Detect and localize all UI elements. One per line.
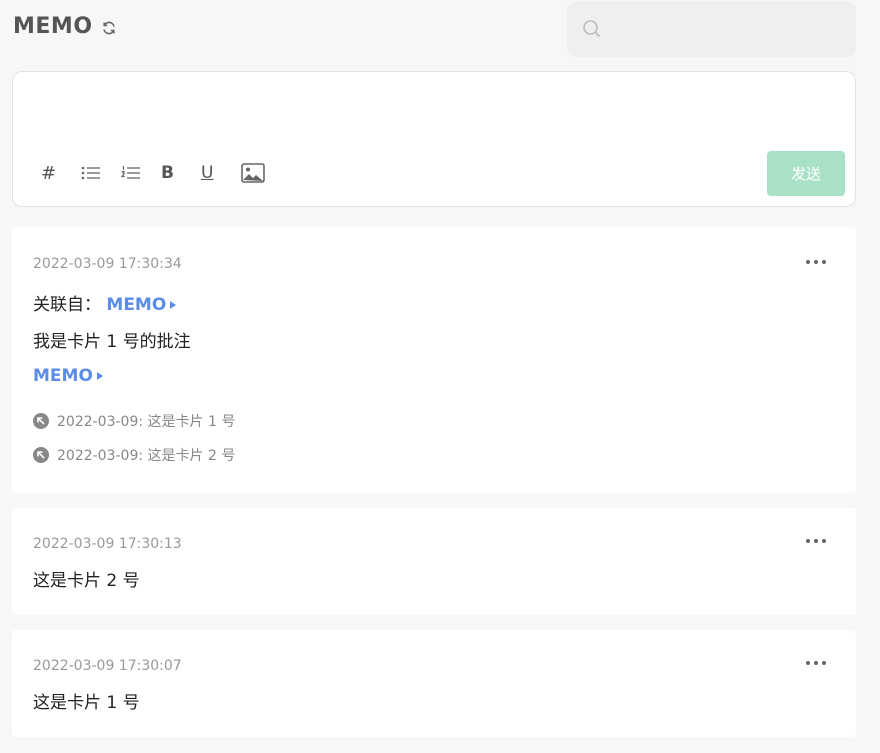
card-timestamp: 2022-03-09 17:30:07 xyxy=(33,658,182,674)
card-content: 这是卡片 1 号 xyxy=(33,693,140,713)
related-memo-link[interactable]: MEMO xyxy=(106,295,177,315)
reference-item[interactable]: 2022-03-09: 这是卡片 1 号 xyxy=(33,411,235,431)
numbered-list-icon xyxy=(121,165,141,181)
image-button[interactable] xyxy=(241,160,281,186)
more-options-icon[interactable] xyxy=(806,660,826,666)
related-prefix: 关联自： xyxy=(33,295,101,315)
memo-card: 2022-03-09 17:30:13 这是卡片 2 号 xyxy=(12,508,856,615)
arrow-up-left-icon xyxy=(33,413,49,429)
image-icon xyxy=(241,163,265,183)
related-line: 关联自： MEMO xyxy=(33,290,177,315)
reference-item[interactable]: 2022-03-09: 这是卡片 2 号 xyxy=(33,445,235,465)
caret-right-icon xyxy=(170,301,177,309)
card-content: 我是卡片 1 号的批注 xyxy=(33,332,191,352)
hash-icon: # xyxy=(41,162,57,184)
editor-toolbar: # B U xyxy=(41,160,281,186)
memo-card: 2022-03-09 17:30:34 关联自： MEMO 我是卡片 1 号的批… xyxy=(12,227,856,493)
more-options-icon[interactable] xyxy=(806,538,826,544)
bullet-list-button[interactable] xyxy=(81,160,121,186)
underline-icon: U xyxy=(201,163,214,183)
card-timestamp: 2022-03-09 17:30:13 xyxy=(33,536,182,552)
reference-text: 2022-03-09: 这是卡片 2 号 xyxy=(57,448,236,464)
underline-button[interactable]: U xyxy=(201,160,241,186)
numbered-list-button[interactable] xyxy=(121,160,161,186)
app-title: MEMO xyxy=(13,14,93,39)
search-icon xyxy=(582,19,602,39)
memo-editor[interactable]: # B U 发送 xyxy=(12,71,856,207)
search-input[interactable] xyxy=(567,1,856,57)
memo-card: 2022-03-09 17:30:07 这是卡片 1 号 xyxy=(12,630,856,737)
memo-link-line: MEMO xyxy=(33,366,103,386)
bold-button[interactable]: B xyxy=(161,160,201,186)
memo-link[interactable]: MEMO xyxy=(33,366,103,386)
more-options-icon[interactable] xyxy=(806,259,826,265)
bold-icon: B xyxy=(161,163,174,183)
bullet-list-icon xyxy=(81,165,101,181)
card-timestamp: 2022-03-09 17:30:34 xyxy=(33,256,182,272)
send-button[interactable]: 发送 xyxy=(767,151,845,196)
arrow-up-left-icon xyxy=(33,447,49,463)
related-link-label: MEMO xyxy=(106,295,167,315)
memo-link-label: MEMO xyxy=(33,366,93,386)
refresh-icon[interactable] xyxy=(101,20,117,36)
caret-right-icon xyxy=(96,372,103,380)
reference-text: 2022-03-09: 这是卡片 1 号 xyxy=(57,414,236,430)
app-header: MEMO xyxy=(13,14,117,39)
card-content: 这是卡片 2 号 xyxy=(33,571,140,591)
tag-button[interactable]: # xyxy=(41,160,81,186)
